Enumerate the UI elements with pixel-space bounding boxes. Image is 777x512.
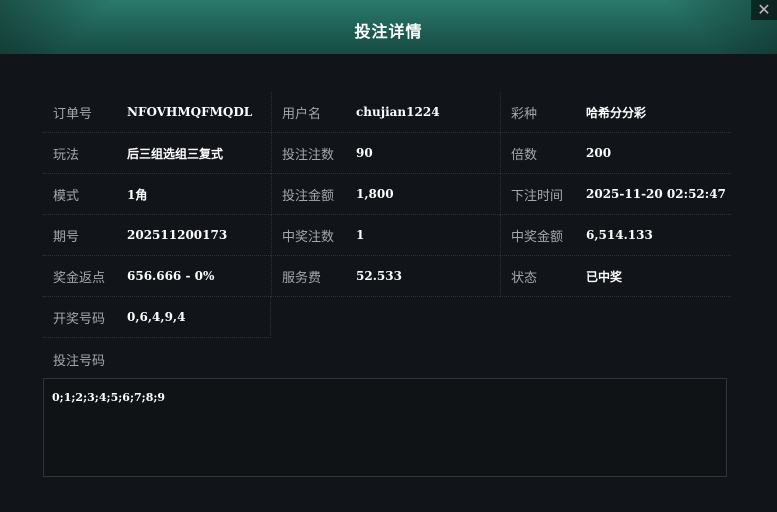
field-value: 后三组选组三复式 (127, 146, 224, 161)
field-label: 倍数 (511, 147, 538, 163)
field-label: 模式 (53, 188, 80, 204)
field-value: chujian1224 (356, 105, 440, 119)
field-value: 202511200173 (127, 228, 228, 242)
field-value: 哈希分分彩 (586, 105, 647, 120)
field-label: 投注注数 (282, 147, 335, 163)
bet-numbers-label: 投注号码 (53, 354, 106, 369)
field-label: 用户名 (282, 106, 322, 122)
detail-row: 奖金返点 656.666 - 0% 服务费 52.533 状态 已中奖 (43, 256, 731, 297)
detail-row: 模式 1角 投注金额 1,800 下注时间 2025-11-20 02:52:4… (43, 174, 731, 215)
field-value: 1,800 (356, 187, 394, 201)
detail-row: 开奖号码 0,6,4,9,4 (43, 297, 731, 338)
detail-row: 期号 202511200173 中奖注数 1 中奖金额 6,514.133 (43, 215, 731, 256)
field-label: 中奖注数 (282, 229, 335, 245)
field-label: 中奖金额 (511, 229, 564, 245)
field-rebate: 奖金返点 656.666 - 0% (43, 256, 271, 297)
field-label: 下注时间 (511, 188, 564, 204)
field-label: 奖金返点 (53, 270, 106, 286)
field-service-fee: 服务费 52.533 (271, 256, 500, 297)
field-status: 状态 已中奖 (500, 256, 731, 297)
field-label: 状态 (511, 270, 538, 286)
field-value: 1 (356, 228, 365, 242)
field-label: 服务费 (282, 270, 322, 286)
field-issue-no: 期号 202511200173 (43, 215, 271, 256)
field-value: NFOVHMQFMQDL (127, 105, 253, 119)
field-label: 期号 (53, 229, 80, 245)
field-username: 用户名 chujian1224 (271, 92, 500, 133)
field-label: 彩种 (511, 106, 538, 122)
field-mode: 模式 1角 (43, 174, 271, 215)
field-value: 已中奖 (586, 269, 623, 284)
field-draw-numbers: 开奖号码 0,6,4,9,4 (43, 297, 271, 338)
modal-title: 投注详情 (354, 22, 423, 41)
field-bet-amount: 投注金额 1,800 (271, 174, 500, 215)
bet-numbers-box: 0;1;2;3;4;5;6;7;8;9 (43, 378, 727, 477)
field-lottery-type: 彩种 哈希分分彩 (500, 92, 731, 133)
field-value: 0,6,4,9,4 (127, 310, 186, 324)
field-value: 200 (586, 146, 612, 160)
field-value: 6,514.133 (586, 228, 653, 242)
bet-detail-modal: 投注详情 ✕ 订单号 NFOVHMQFMQDL 用户名 chujian1224 … (0, 0, 777, 512)
bet-numbers-value: 0;1;2;3;4;5;6;7;8;9 (52, 391, 166, 404)
detail-row: 玩法 后三组选组三复式 投注注数 90 倍数 200 (43, 133, 731, 174)
field-multiplier: 倍数 200 (500, 133, 731, 174)
field-label: 订单号 (53, 106, 93, 122)
field-value: 52.533 (356, 269, 402, 283)
detail-row: 订单号 NFOVHMQFMQDL 用户名 chujian1224 彩种 哈希分分… (43, 92, 731, 133)
field-winning-amount: 中奖金额 6,514.133 (500, 215, 731, 256)
field-value: 90 (356, 146, 373, 160)
field-label: 开奖号码 (53, 311, 106, 327)
detail-grid: 订单号 NFOVHMQFMQDL 用户名 chujian1224 彩种 哈希分分… (43, 92, 731, 338)
field-label: 玩法 (53, 147, 80, 163)
field-bet-count: 投注注数 90 (271, 133, 500, 174)
field-order-no: 订单号 NFOVHMQFMQDL (43, 92, 271, 133)
close-icon[interactable]: ✕ (751, 0, 777, 20)
field-winning-count: 中奖注数 1 (271, 215, 500, 256)
field-label: 投注金额 (282, 188, 335, 204)
field-value: 656.666 - 0% (127, 269, 215, 283)
field-play-method: 玩法 后三组选组三复式 (43, 133, 271, 174)
field-value: 2025-11-20 02:52:47 (586, 187, 726, 201)
field-bet-time: 下注时间 2025-11-20 02:52:47 (500, 174, 731, 215)
modal-header: 投注详情 ✕ (0, 0, 777, 54)
field-value: 1角 (127, 187, 148, 202)
